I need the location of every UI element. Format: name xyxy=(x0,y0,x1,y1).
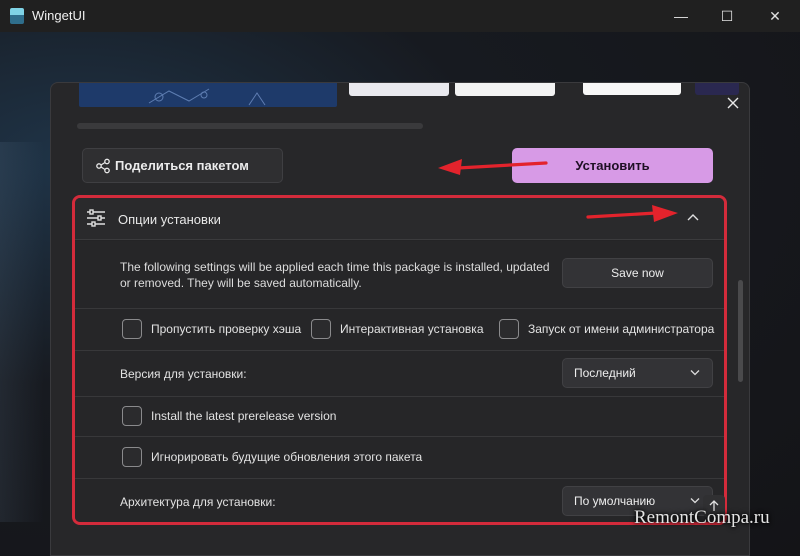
install-options-title: Опции установки xyxy=(118,212,221,227)
screenshot-thumbnail[interactable] xyxy=(583,83,681,95)
ignore-updates-label: Игнорировать будущие обновления этого па… xyxy=(151,450,423,464)
window-title: WingetUI xyxy=(32,8,86,23)
checkbox-box[interactable] xyxy=(122,406,142,426)
prerelease-row: Install the latest prerelease version xyxy=(75,397,724,437)
watermark: RemontCompa.ru xyxy=(634,507,770,528)
version-value: Последний xyxy=(574,366,636,380)
annotation-arrow-icon xyxy=(586,205,678,222)
skip-hash-label: Пропустить проверку хэша xyxy=(151,322,302,336)
interactive-install-label: Интерактивная установка xyxy=(340,322,484,336)
interactive-install-checkbox[interactable]: Интерактивная установка xyxy=(311,319,484,339)
settings-info-row: The following settings will be applied e… xyxy=(75,241,724,309)
minimize-button[interactable]: — xyxy=(658,0,704,32)
sliders-icon xyxy=(87,209,105,227)
settings-info-text: The following settings will be applied e… xyxy=(120,260,550,290)
architecture-value: По умолчанию xyxy=(574,494,656,508)
ignore-updates-row: Игнорировать будущие обновления этого па… xyxy=(75,437,724,479)
annotation-arrow-icon xyxy=(438,159,548,175)
package-details-dialog: Поделиться пакетом Установить Опции уста… xyxy=(50,82,750,556)
screenshot-gallery[interactable] xyxy=(79,83,739,109)
screenshot-thumbnail[interactable] xyxy=(455,83,555,96)
share-button-label: Поделиться пакетом xyxy=(115,158,249,173)
dialog-scrollbar[interactable] xyxy=(738,280,743,382)
architecture-row: Архитектура для установки: По умолчанию xyxy=(75,479,724,522)
share-package-button[interactable]: Поделиться пакетом xyxy=(82,148,283,183)
app-icon xyxy=(10,8,24,24)
checkbox-box[interactable] xyxy=(122,319,142,339)
skip-hash-checkbox[interactable]: Пропустить проверку хэша xyxy=(122,319,301,339)
save-now-button[interactable]: Save now xyxy=(562,258,713,288)
ignore-updates-checkbox[interactable]: Игнорировать будущие обновления этого па… xyxy=(122,447,422,467)
dialog-close-button[interactable] xyxy=(721,91,745,115)
close-icon xyxy=(727,97,739,109)
version-row: Версия для установки: Последний xyxy=(75,351,724,397)
checkbox-box[interactable] xyxy=(122,447,142,467)
version-select[interactable]: Последний xyxy=(562,358,713,388)
chevron-down-icon xyxy=(690,370,700,376)
screenshot-thumbnail[interactable] xyxy=(79,83,337,107)
version-label: Версия для установки: xyxy=(120,367,247,381)
title-bar: WingetUI — ☐ ✕ xyxy=(0,0,800,32)
screenshot-thumbnail[interactable] xyxy=(349,83,449,96)
prerelease-label: Install the latest prerelease version xyxy=(151,409,337,423)
backdrop-sidebar xyxy=(0,142,44,522)
chevron-down-icon xyxy=(690,498,700,504)
install-options-panel: Опции установки The following settings w… xyxy=(72,195,727,525)
checkbox-box[interactable] xyxy=(311,319,331,339)
maximize-button[interactable]: ☐ xyxy=(704,0,750,32)
chevron-up-icon[interactable] xyxy=(687,213,699,221)
prerelease-checkbox[interactable]: Install the latest prerelease version xyxy=(122,406,336,426)
close-window-button[interactable]: ✕ xyxy=(752,0,798,32)
install-button-label: Установить xyxy=(575,158,650,173)
run-as-admin-checkbox[interactable]: Запуск от имени администратора xyxy=(499,319,714,339)
share-icon xyxy=(96,158,110,174)
save-now-label: Save now xyxy=(611,266,664,280)
architecture-label: Архитектура для установки: xyxy=(120,495,276,509)
install-flags-row: Пропустить проверку хэша Интерактивная у… xyxy=(75,309,724,351)
run-as-admin-label: Запуск от имени администратора xyxy=(528,322,715,336)
gallery-scrollbar[interactable] xyxy=(77,123,423,129)
checkbox-box[interactable] xyxy=(499,319,519,339)
